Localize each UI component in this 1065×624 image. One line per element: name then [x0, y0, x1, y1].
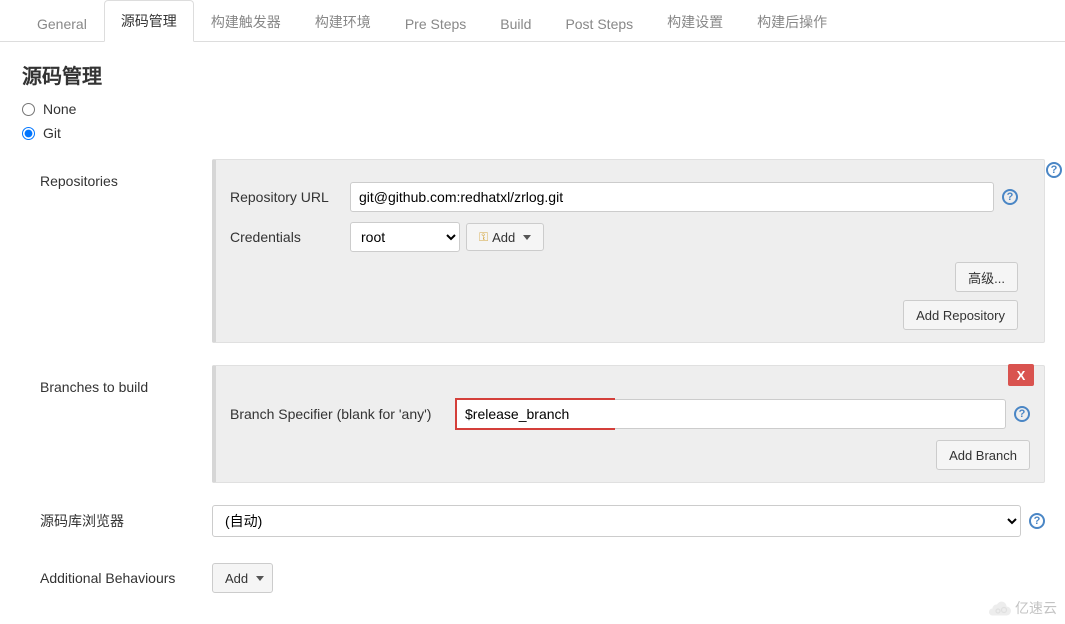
- tab-pre-steps[interactable]: Pre Steps: [388, 5, 483, 42]
- repositories-row: Repositories ? Repository URL ? Credenti…: [0, 155, 1065, 347]
- branches-panel: X Branch Specifier (blank for 'any') ? A…: [212, 365, 1045, 483]
- add-credentials-button[interactable]: ⚿ Add: [466, 223, 544, 251]
- help-icon[interactable]: ?: [1029, 513, 1045, 529]
- repo-url-input[interactable]: [350, 182, 994, 212]
- radio-none[interactable]: [22, 103, 35, 116]
- chevron-down-icon: [523, 235, 531, 240]
- tab-env[interactable]: 构建环境: [298, 1, 388, 42]
- config-tabs: General 源码管理 构建触发器 构建环境 Pre Steps Build …: [0, 0, 1065, 42]
- repo-browser-label: 源码库浏览器: [40, 511, 212, 531]
- scm-option-git[interactable]: Git: [0, 121, 1065, 145]
- add-branch-button[interactable]: Add Branch: [936, 440, 1030, 470]
- chevron-down-icon: [256, 576, 264, 581]
- repo-browser-row: 源码库浏览器 (自动) ?: [0, 501, 1065, 541]
- add-behaviour-label: Add: [225, 571, 248, 586]
- repositories-panel: ? Repository URL ? Credentials root ⚿ Ad…: [212, 159, 1045, 343]
- section-title-scm: 源码管理: [0, 42, 1065, 97]
- scm-option-none[interactable]: None: [0, 97, 1065, 121]
- tab-build-settings[interactable]: 构建设置: [650, 1, 740, 42]
- branch-spec-label: Branch Specifier (blank for 'any'): [230, 398, 455, 430]
- add-behaviour-button[interactable]: Add: [212, 563, 273, 593]
- tab-post-steps[interactable]: Post Steps: [548, 5, 650, 42]
- tab-post-build[interactable]: 构建后操作: [740, 1, 844, 42]
- tab-triggers[interactable]: 构建触发器: [194, 1, 298, 42]
- additional-behaviours-label: Additional Behaviours: [40, 570, 212, 586]
- branches-label: Branches to build: [40, 365, 212, 395]
- branch-spec-highlight: [455, 398, 615, 430]
- help-icon[interactable]: ?: [1046, 162, 1062, 178]
- tab-build[interactable]: Build: [483, 5, 548, 42]
- tab-scm[interactable]: 源码管理: [104, 0, 194, 42]
- repo-browser-select[interactable]: (自动): [212, 505, 1021, 537]
- key-icon: ⚿: [479, 230, 488, 245]
- repo-url-label: Repository URL: [230, 189, 350, 205]
- watermark: 亿速云: [989, 598, 1057, 618]
- delete-branch-button[interactable]: X: [1008, 364, 1034, 386]
- add-repository-button[interactable]: Add Repository: [903, 300, 1018, 330]
- credentials-select[interactable]: root: [350, 222, 460, 252]
- add-credentials-label: Add: [492, 230, 515, 245]
- branch-spec-input-extend: [615, 399, 1006, 429]
- help-icon[interactable]: ?: [1002, 189, 1018, 205]
- radio-none-label: None: [43, 101, 76, 117]
- tab-general[interactable]: General: [20, 5, 104, 42]
- cloud-icon: [989, 600, 1011, 616]
- radio-git-label: Git: [43, 125, 61, 141]
- repositories-label: Repositories: [40, 159, 212, 189]
- help-icon[interactable]: ?: [1014, 406, 1030, 422]
- repo-advanced-button[interactable]: 高级...: [955, 262, 1018, 292]
- radio-git[interactable]: [22, 127, 35, 140]
- credentials-label: Credentials: [230, 229, 350, 245]
- branches-row: Branches to build X Branch Specifier (bl…: [0, 361, 1065, 487]
- additional-behaviours-row: Additional Behaviours Add: [0, 559, 1065, 597]
